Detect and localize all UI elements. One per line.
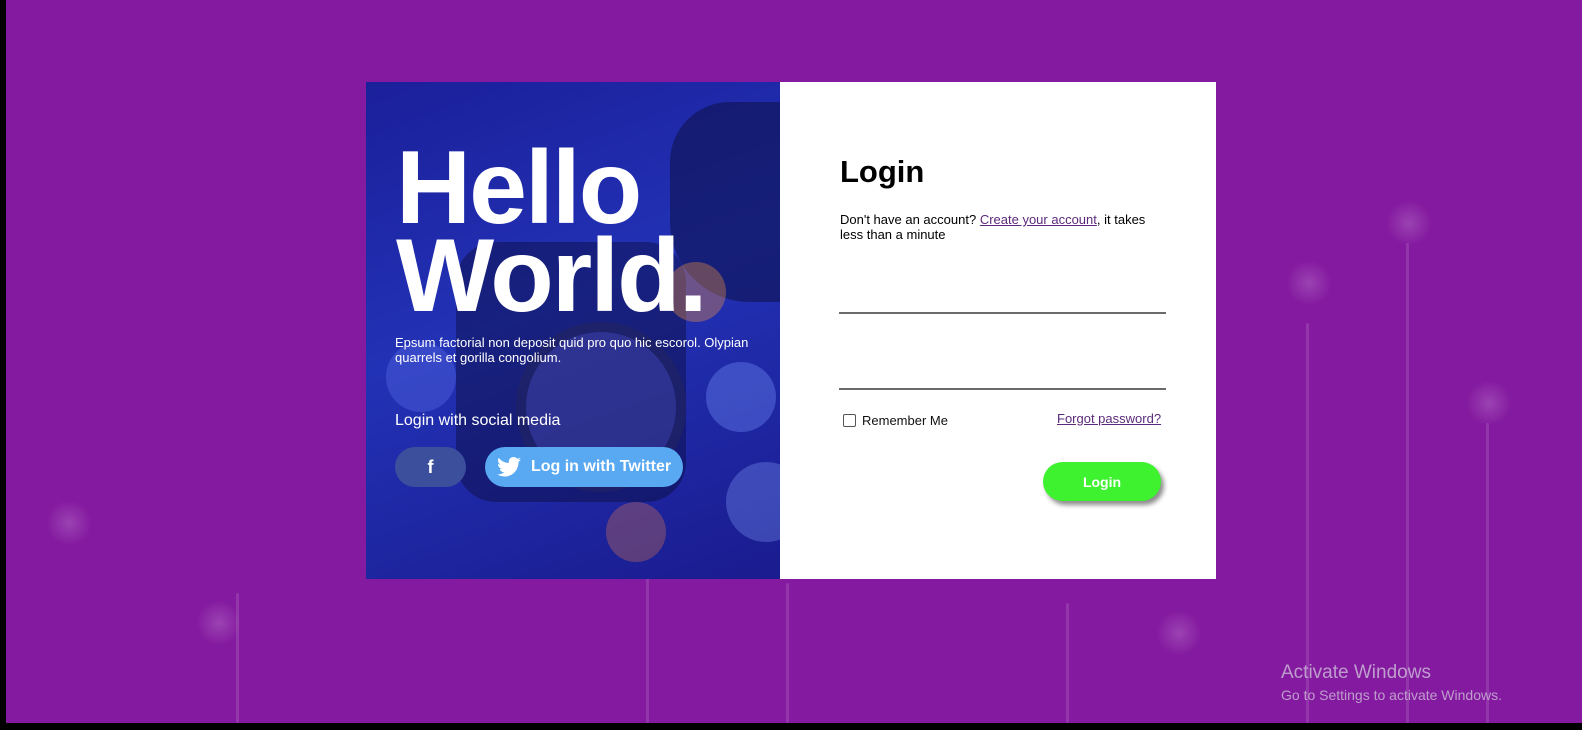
background-flower-bloom [1386,200,1432,246]
password-field[interactable] [839,356,1166,390]
background-flower-bloom [196,600,242,646]
login-card: Hello World. Epsum factorial non deposit… [366,82,1216,579]
forgot-password-link[interactable]: Forgot password? [1057,411,1161,426]
remember-me-checkbox[interactable] [843,414,856,427]
remember-me-option[interactable]: Remember Me [843,413,948,428]
hero-panel: Hello World. Epsum factorial non deposit… [366,82,780,579]
watermark-subtitle: Go to Settings to activate Windows. [1281,687,1502,703]
hero-bokeh [606,502,666,562]
username-field[interactable] [839,280,1166,314]
login-form-panel: Login Don't have an account? Create your… [780,82,1216,579]
signup-prompt: Don't have an account? Create your accou… [840,212,1160,242]
hero-title-line-2: World. [396,218,708,334]
hero-title: Hello World. [396,136,708,334]
hero-bokeh [706,362,776,432]
background-flower-stem [646,573,649,723]
watermark-title: Activate Windows [1281,662,1431,683]
create-account-link[interactable]: Create your account [980,212,1097,227]
background-flower-bloom [46,500,92,546]
social-login-label: Login with social media [395,412,561,429]
background-flower-bloom [1156,610,1202,656]
facebook-login-button[interactable]: f [395,447,466,487]
background-flower-stem [1066,603,1069,723]
twitter-login-label: Log in with Twitter [530,458,672,475]
twitter-bird-icon [496,457,521,477]
background-flower-stem [1406,243,1409,723]
hero-description: Epsum factorial non deposit quid pro quo… [395,335,749,365]
login-button[interactable]: Login [1043,462,1161,501]
remember-me-label: Remember Me [862,413,948,428]
background-flower-bloom [1286,260,1332,306]
login-title: Login [840,154,925,189]
background-flower-stem [786,583,789,723]
hero-bokeh [726,462,780,542]
background-flower-bloom [1466,380,1512,426]
windows-activation-watermark: Activate Windows Go to Settings to activ… [1281,662,1502,706]
twitter-login-button[interactable]: Log in with Twitter [485,447,683,487]
facebook-f-icon: f [427,456,434,477]
signup-prefix: Don't have an account? [840,212,980,227]
